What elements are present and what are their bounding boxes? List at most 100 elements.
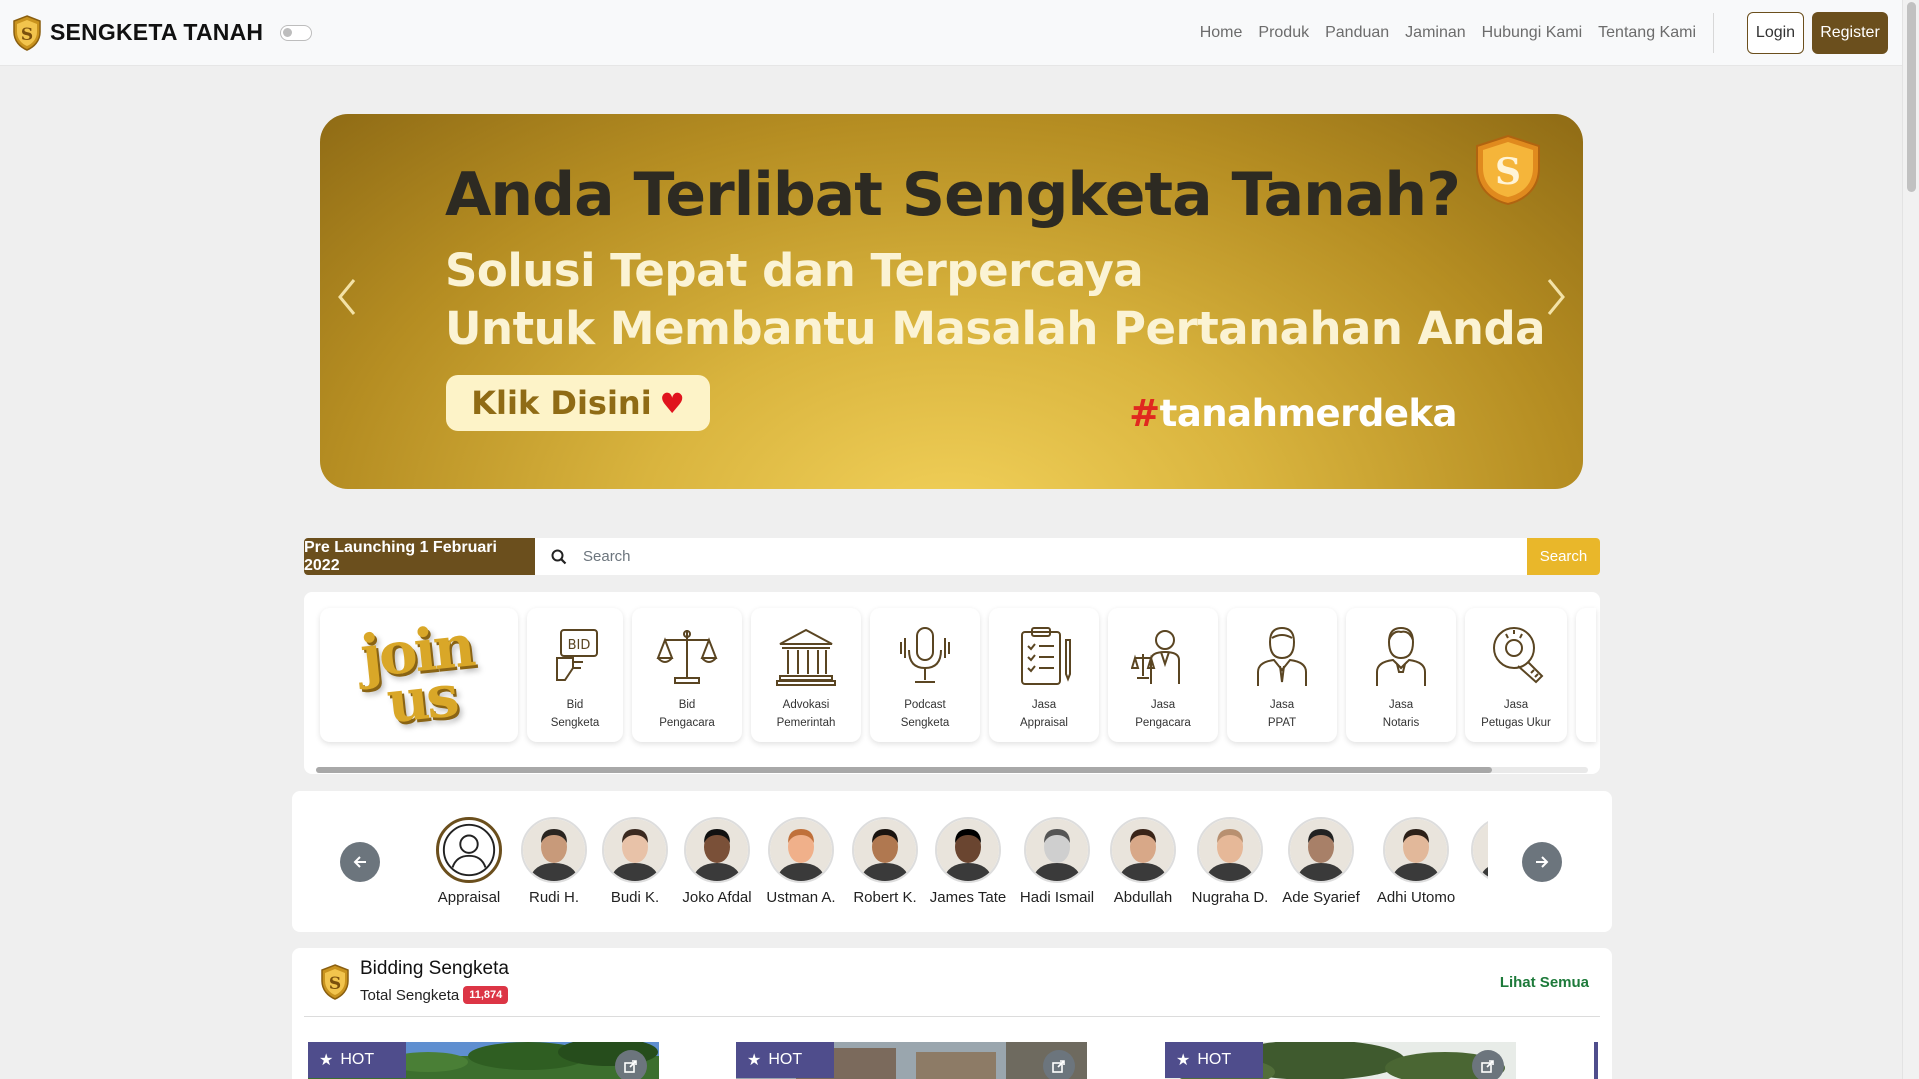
- services-panel: join us BID Bid Sengketa Bid Pengacara A…: [304, 592, 1600, 774]
- service-label-line2: Notaris: [1382, 717, 1420, 729]
- service-jasa-ppat[interactable]: Jasa PPAT: [1227, 608, 1337, 742]
- carousel-prev-icon[interactable]: [332, 272, 362, 322]
- person-name: Ade Syarief: [1282, 889, 1360, 906]
- person-name: Nugraha D.: [1191, 889, 1269, 906]
- nav-link-tentang-kami[interactable]: Tentang Kami: [1590, 24, 1704, 42]
- services-scrollbar-thumb[interactable]: [316, 767, 1492, 773]
- theme-toggle[interactable]: [280, 24, 313, 41]
- service-label-line1: Jasa: [1269, 699, 1295, 711]
- person-name: Adhi Utomo: [1376, 889, 1456, 906]
- person-name: Hadi Ismail: [1019, 889, 1095, 906]
- service-advokasi-pemerintah[interactable]: Advokasi Pemerintah: [751, 608, 861, 742]
- service-podcast-sengketa[interactable]: Podcast Sengketa: [870, 608, 980, 742]
- official-icon: [1257, 626, 1307, 686]
- service-label: Bid Sengketa: [551, 696, 600, 732]
- person-name: Ustman A.: [766, 889, 836, 906]
- person-avatar-item[interactable]: Ustman A.: [756, 817, 846, 906]
- person-avatar-item[interactable]: Hadi Ismail: [1012, 817, 1102, 906]
- share-icon: [624, 1060, 637, 1073]
- nav-link-hubungi-kami[interactable]: Hubungi Kami: [1474, 24, 1591, 42]
- service-jasa-pengacara[interactable]: Jasa Pengacara: [1108, 608, 1218, 742]
- service-label-line2: Pengacara: [659, 717, 715, 729]
- avatar: [521, 817, 587, 883]
- service-label-line2: Sengketa: [900, 717, 950, 729]
- service-card-partial[interactable]: [1576, 608, 1596, 742]
- person-avatar-item[interactable]: Rudi H.: [509, 817, 599, 906]
- bid-card[interactable]: ★ HOT: [308, 1042, 659, 1079]
- hot-badge: ★ HOT: [736, 1042, 834, 1078]
- search-button[interactable]: Search: [1527, 538, 1600, 575]
- service-label-line2: Petugas Ukur: [1481, 717, 1551, 729]
- service-label: Jasa Appraisal: [1020, 696, 1068, 732]
- page-scrollbar[interactable]: [1902, 0, 1919, 1079]
- service-jasa-appraisal[interactable]: Jasa Appraisal: [989, 608, 1099, 742]
- search-icon: [535, 538, 583, 575]
- service-label-line1: Jasa: [1150, 699, 1176, 711]
- person-avatar-item[interactable]: Ade Syarief: [1276, 817, 1366, 906]
- brand[interactable]: S SENGKETA TANAH: [12, 14, 263, 51]
- person-avatar-item[interactable]: James Tate: [923, 817, 1013, 906]
- person-avatar-item[interactable]: Robert K.: [840, 817, 930, 906]
- government-building-icon: [776, 628, 836, 686]
- person-avatar-item[interactable]: Adhi Utomo: [1371, 817, 1461, 906]
- share-icon: [1052, 1060, 1065, 1073]
- avatar: [935, 817, 1001, 883]
- service-label-line2: Appraisal: [1020, 717, 1068, 729]
- bidding-divider: [304, 1016, 1600, 1017]
- nav-link-panduan[interactable]: Panduan: [1317, 24, 1397, 42]
- star-icon: ★: [1176, 1052, 1191, 1069]
- see-all-link[interactable]: Lihat Semua: [1500, 974, 1589, 991]
- navbar: S SENGKETA TANAH Home Produk Panduan Jam…: [0, 0, 1902, 66]
- service-label: Jasa Notaris: [1383, 696, 1419, 732]
- join-us-card[interactable]: join us: [320, 608, 518, 742]
- nav-link-home[interactable]: Home: [1192, 24, 1251, 42]
- service-label: Jasa PPAT: [1268, 696, 1296, 732]
- page-scrollbar-thumb[interactable]: [1907, 2, 1916, 192]
- bid-card[interactable]: ★ HOT: [736, 1042, 1087, 1079]
- hot-label: HOT: [1197, 1051, 1232, 1068]
- service-bid-sengketa[interactable]: BID Bid Sengketa: [527, 608, 623, 742]
- bidding-title: Bidding Sengketa: [360, 958, 509, 979]
- share-button[interactable]: [1472, 1050, 1504, 1079]
- avatar: [1288, 817, 1354, 883]
- service-bid-pengacara[interactable]: Bid Pengacara: [632, 608, 742, 742]
- register-button[interactable]: Register: [1812, 12, 1888, 54]
- services-scrollbar[interactable]: [316, 767, 1588, 773]
- nav-link-produk[interactable]: Produk: [1250, 24, 1317, 42]
- share-button[interactable]: [615, 1050, 647, 1079]
- people-prev-button[interactable]: [340, 842, 380, 882]
- carousel-next-icon[interactable]: [1541, 272, 1571, 322]
- share-icon: [1481, 1060, 1494, 1073]
- join-us-graphic: join us: [357, 611, 479, 736]
- person-avatar-item[interactable]: Budi K.: [590, 817, 680, 906]
- person-avatar-item[interactable]: Joko Afdal: [672, 817, 762, 906]
- pre-launch-badge: Pre Launching 1 Februari 2022: [304, 538, 535, 575]
- person-name: Budi K.: [610, 889, 660, 906]
- svg-text:S: S: [1495, 151, 1521, 193]
- share-button[interactable]: [1043, 1050, 1075, 1079]
- people-next-button[interactable]: [1522, 842, 1562, 882]
- arrow-left-icon: [353, 856, 366, 868]
- bid-card[interactable]: ★ HOT: [1165, 1042, 1516, 1079]
- person-avatar-item[interactable]: Appraisal: [430, 817, 514, 906]
- person-name: Appraisal: [437, 889, 501, 906]
- appraisal-user-icon: [436, 817, 502, 883]
- bid-card-partial[interactable]: [1594, 1042, 1598, 1079]
- service-label-line1: Podcast: [904, 699, 946, 711]
- brand-shield-logo-icon: S: [13, 14, 41, 51]
- nav-link-jaminan[interactable]: Jaminan: [1397, 24, 1473, 42]
- bidding-total-badge: 11,874: [463, 986, 509, 1004]
- service-label-line2: Pengacara: [1135, 717, 1191, 729]
- person-avatar-item[interactable]: Abdullah: [1098, 817, 1188, 906]
- avatar: [852, 817, 918, 883]
- login-button[interactable]: Login: [1747, 12, 1804, 54]
- service-jasa-notaris[interactable]: Jasa Notaris: [1346, 608, 1456, 742]
- banner-subline-1: Solusi Tepat dan Terpercaya: [445, 244, 1144, 297]
- person-avatar-item[interactable]: Nugraha D.: [1185, 817, 1275, 906]
- person-avatar-item[interactable]: Le: [1459, 817, 1488, 906]
- service-jasa-petugas-ukur[interactable]: Jasa Petugas Ukur: [1465, 608, 1567, 742]
- banner-cta-button[interactable]: Klik Disini ♥: [446, 375, 710, 431]
- banner-subheadline: Solusi Tepat dan Terpercaya Untuk Memban…: [445, 242, 1546, 358]
- search-input[interactable]: [583, 538, 1527, 575]
- scales-icon: [656, 630, 718, 684]
